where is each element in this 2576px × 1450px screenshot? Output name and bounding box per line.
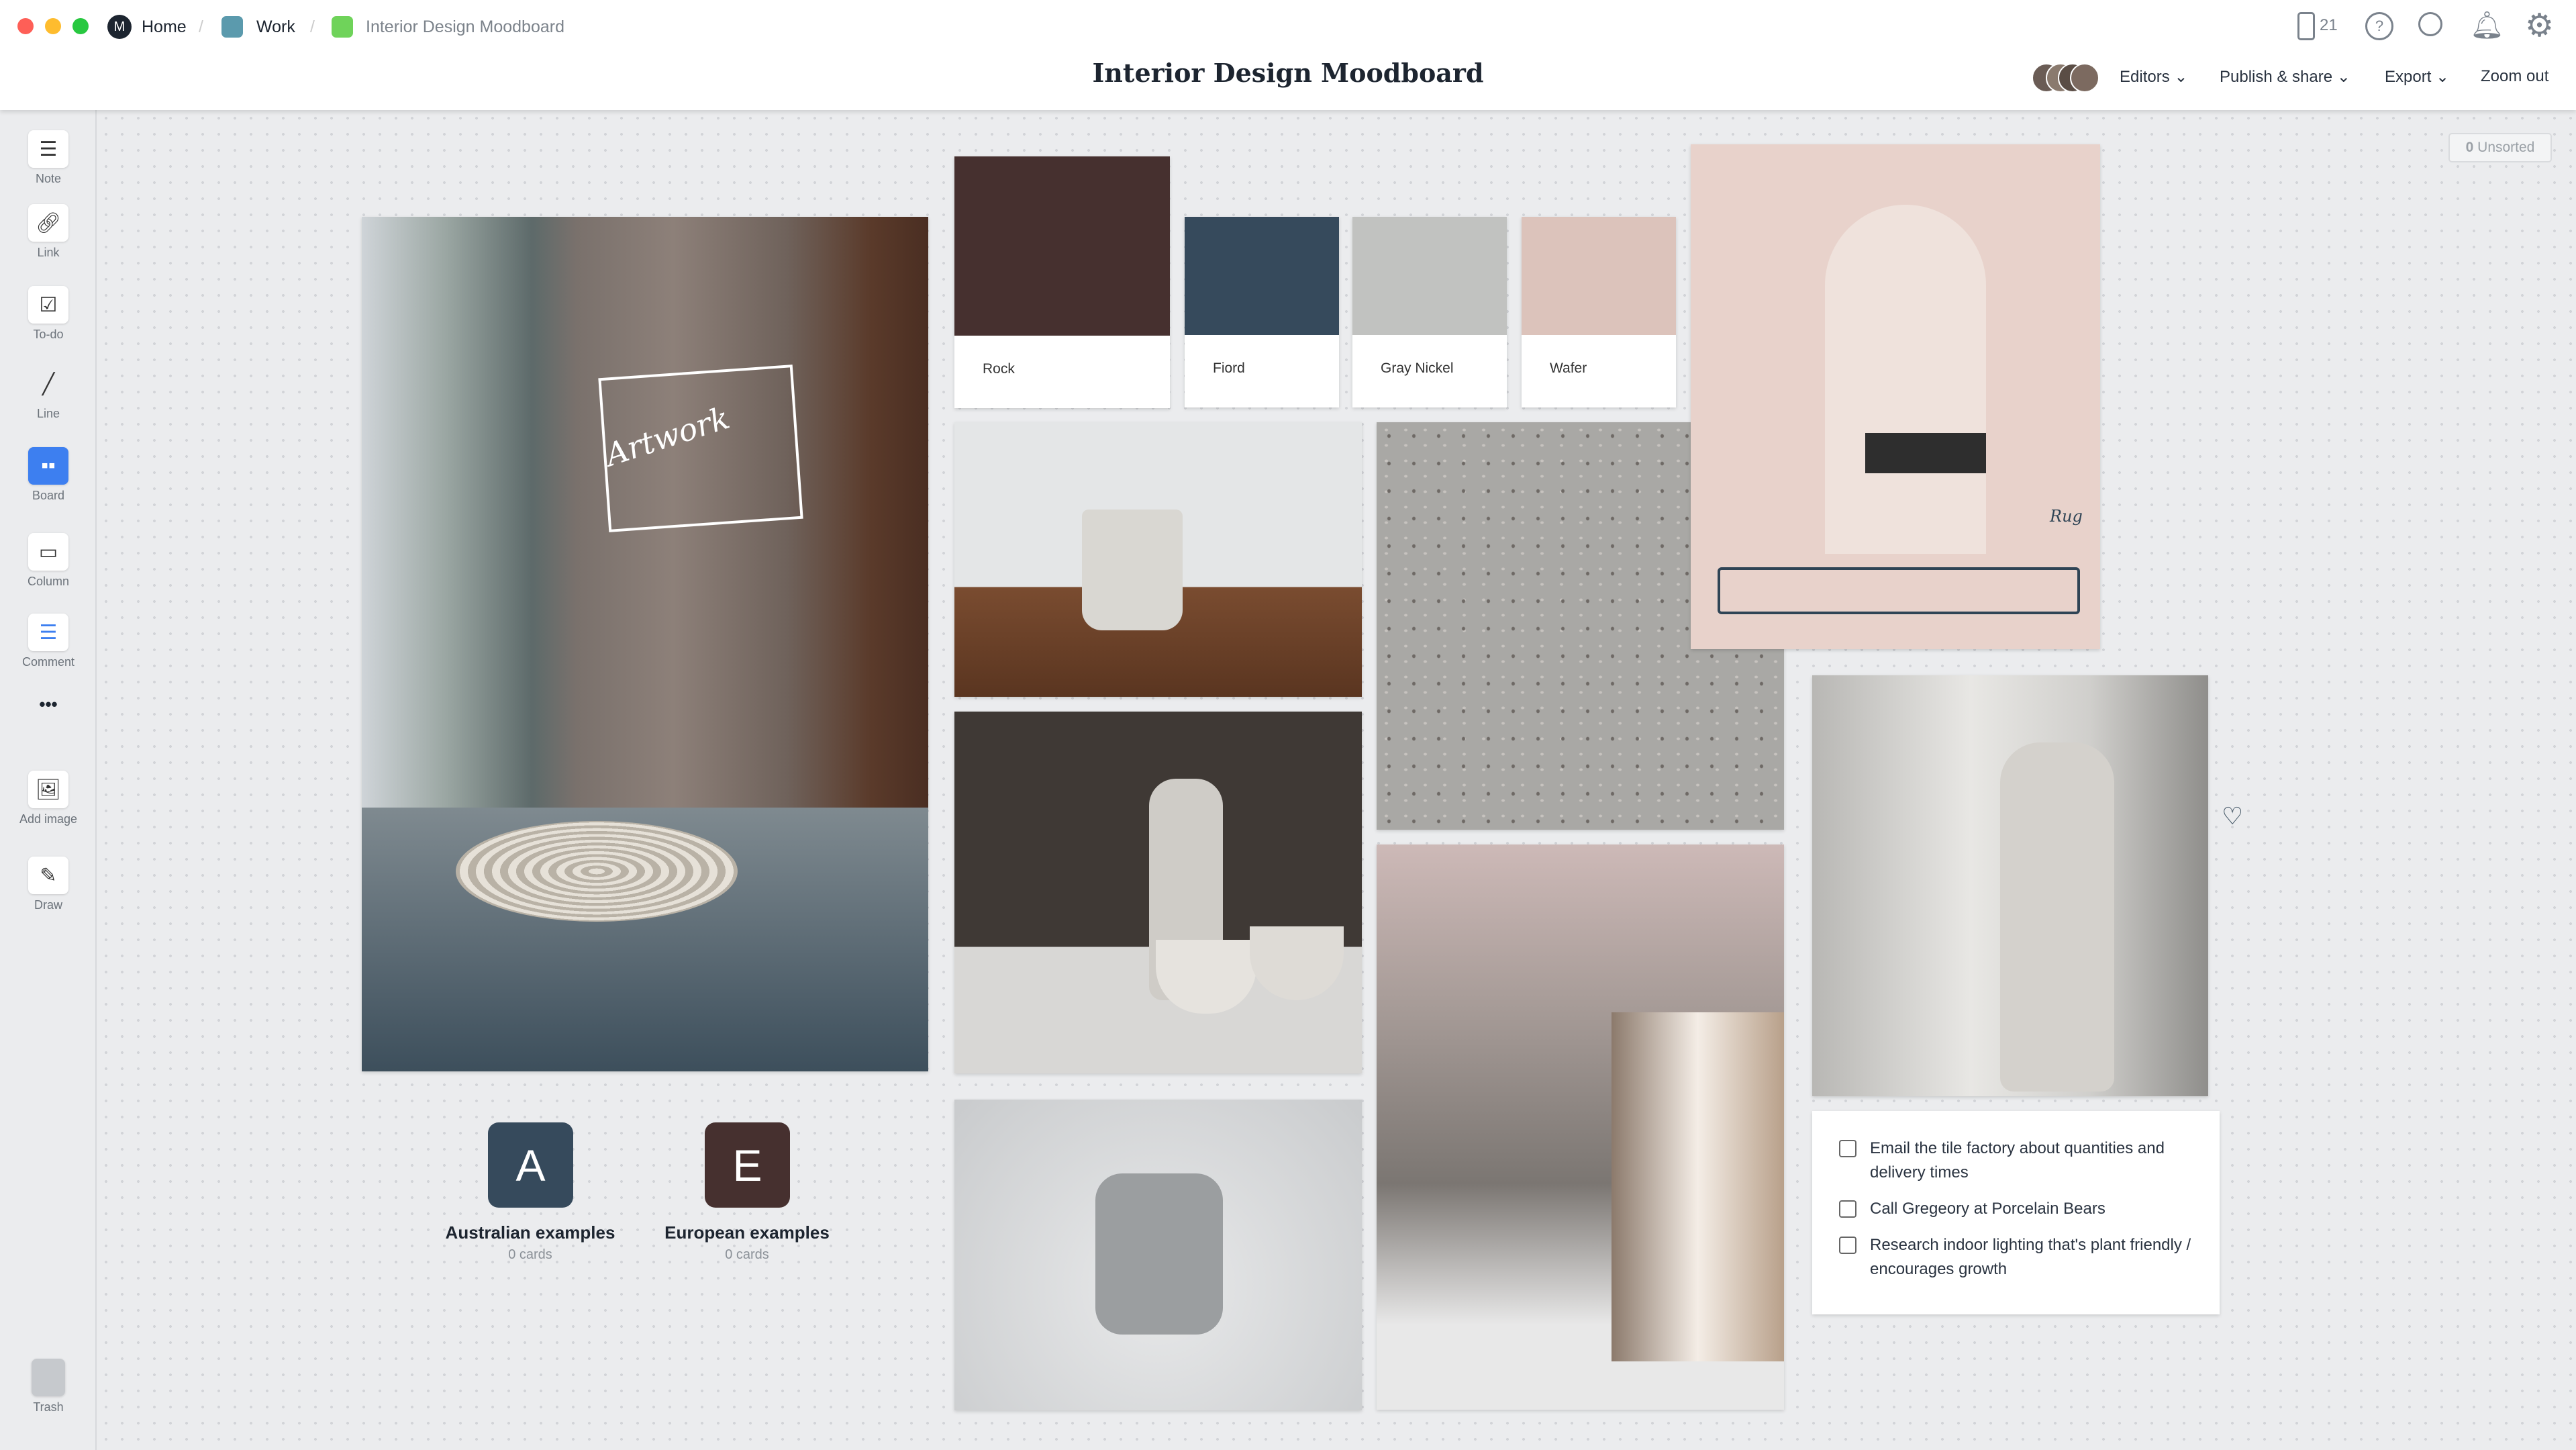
help-icon[interactable]: ? xyxy=(2365,12,2393,40)
todo-item[interactable]: Research indoor lighting that's plant fr… xyxy=(1839,1233,2193,1282)
breadcrumb-work[interactable]: Work xyxy=(256,16,295,38)
tool-line[interactable]: ╱ Line xyxy=(0,365,97,421)
swatch-gray-nickel[interactable]: Gray Nickel xyxy=(1352,217,1507,407)
board-australian-examples[interactable]: A Australian examples 0 cards xyxy=(423,1122,638,1263)
todo-icon: ☑ xyxy=(28,286,68,324)
comment-icon: ☰ xyxy=(28,614,68,651)
image-card-vases[interactable] xyxy=(954,712,1362,1073)
minimize-window-button[interactable] xyxy=(45,18,61,34)
unsorted-button[interactable]: 0 Unsorted xyxy=(2448,133,2552,162)
tool-add-image[interactable]: 🖼︎ Add image xyxy=(0,771,97,826)
maximize-window-button[interactable] xyxy=(72,18,89,34)
tool-todo[interactable]: ☑ To-do xyxy=(0,286,97,342)
checkbox[interactable] xyxy=(1839,1237,1856,1254)
image-card-arch-room[interactable]: Rug xyxy=(1691,144,2100,649)
column-icon: ▭ xyxy=(28,533,68,571)
breadcrumb-separator: / xyxy=(310,17,315,36)
editors-menu[interactable]: Editors ⌄ xyxy=(2120,67,2187,87)
checkbox[interactable] xyxy=(1839,1140,1856,1157)
tool-column[interactable]: ▭ Column xyxy=(0,533,97,589)
board-icon: ▪▪ xyxy=(28,447,68,485)
image-card-chair[interactable] xyxy=(954,1100,1362,1410)
search-icon[interactable] xyxy=(2418,12,2442,36)
todo-item[interactable]: Email the tile factory about quantities … xyxy=(1839,1137,2193,1185)
breadcrumb-separator: / xyxy=(199,17,203,36)
link-icon: 🔗︎ xyxy=(28,204,68,242)
publish-share-menu[interactable]: Publish & share ⌄ xyxy=(2220,67,2350,87)
gear-icon[interactable]: ⚙ xyxy=(2525,7,2554,44)
tool-link[interactable]: 🔗︎ Link xyxy=(0,204,97,260)
breadcrumb-home[interactable]: Home xyxy=(142,16,187,38)
work-board-icon xyxy=(221,16,243,38)
close-window-button[interactable] xyxy=(17,18,34,34)
line-icon: ╱ xyxy=(42,373,55,395)
checkbox[interactable] xyxy=(1839,1200,1856,1218)
image-icon: 🖼︎ xyxy=(28,771,68,808)
trash-icon xyxy=(32,1359,65,1396)
rug-sketch xyxy=(1718,567,2080,614)
annotation-rug: Rug xyxy=(2050,507,2083,526)
tool-note[interactable]: ☰ Note xyxy=(0,130,97,186)
top-bar: M Home / Work / Interior Design Moodboar… xyxy=(0,0,2576,110)
artwork-sketch xyxy=(598,365,803,532)
image-card-mug[interactable] xyxy=(954,422,1362,697)
pen-icon: ✎ xyxy=(28,857,68,894)
todo-list-card[interactable]: Email the tile factory about quantities … xyxy=(1812,1111,2220,1314)
moodboard-icon xyxy=(332,16,353,38)
breadcrumb-current[interactable]: Interior Design Moodboard xyxy=(366,16,564,38)
tool-sidebar: ☰ Note 🔗︎ Link ☑ To-do ╱ Line ▪▪ Board ▭ Colum… xyxy=(0,110,97,1450)
export-menu[interactable]: Export ⌄ xyxy=(2385,67,2449,87)
todo-item[interactable]: Call Gregeory at Porcelain Bears xyxy=(1839,1197,2193,1221)
home-logo-icon[interactable]: M xyxy=(107,15,132,39)
tool-draw[interactable]: ✎ Draw xyxy=(0,857,97,912)
image-card-living-room[interactable]: Artwork xyxy=(362,217,928,1071)
device-icon[interactable] xyxy=(2297,12,2315,40)
note-icon: ☰ xyxy=(28,130,68,168)
device-count: 21 xyxy=(2320,16,2338,34)
bell-icon[interactable]: 🔔︎ xyxy=(2470,9,2504,41)
heart-annotation-icon: ♡ xyxy=(2222,802,2244,830)
image-card-bottle[interactable] xyxy=(1812,675,2208,1096)
tool-board[interactable]: ▪▪ Board xyxy=(0,447,97,503)
swatch-wafer[interactable]: Wafer xyxy=(1522,217,1676,407)
more-tools-button[interactable]: ••• xyxy=(0,694,97,715)
trash[interactable]: Trash xyxy=(0,1359,97,1414)
board-icon: E xyxy=(705,1122,790,1208)
tool-comment[interactable]: ☰ Comment xyxy=(0,614,97,669)
page-title: Interior Design Moodboard xyxy=(1092,58,1484,88)
swatch-rock[interactable]: Rock xyxy=(954,156,1170,408)
image-card-bedroom[interactable] xyxy=(1377,844,1784,1410)
board-icon: A xyxy=(488,1122,573,1208)
zoom-out-button[interactable]: Zoom out xyxy=(2481,67,2548,86)
swatch-fiord[interactable]: Fiord xyxy=(1185,217,1339,407)
board-european-examples[interactable]: E European examples 0 cards xyxy=(640,1122,854,1263)
